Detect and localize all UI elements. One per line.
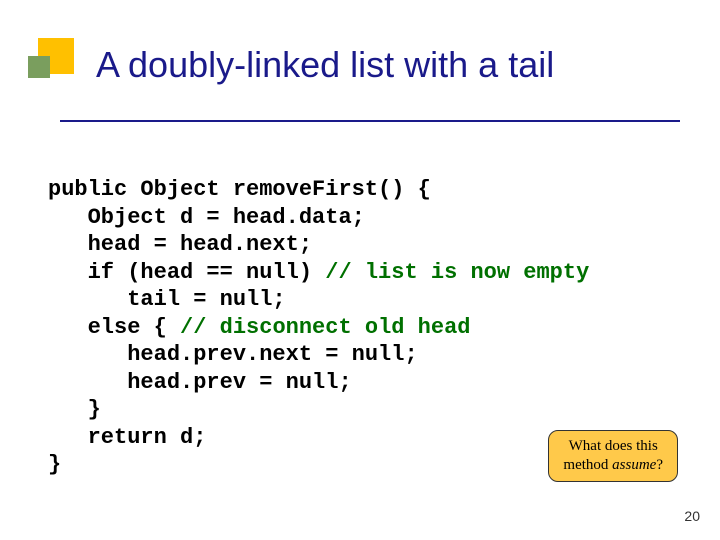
code-block: public Object removeFirst() { Object d =… — [48, 176, 589, 479]
page-number: 20 — [684, 508, 700, 524]
square-small-icon — [28, 56, 50, 78]
callout-line-2: method assume? — [563, 456, 663, 475]
callout-line-2c: ? — [656, 457, 663, 473]
title-underline — [60, 120, 680, 122]
code-line-5: tail = null; — [48, 287, 286, 312]
code-line-8: head.prev = null; — [48, 370, 352, 395]
code-line-1: public Object removeFirst() { — [48, 177, 431, 202]
code-line-11: } — [48, 452, 61, 477]
callout-line-2b: assume — [612, 457, 656, 473]
code-line-3: head = head.next; — [48, 232, 312, 257]
code-line-10: return d; — [48, 425, 206, 450]
code-line-2: Object d = head.data; — [48, 205, 365, 230]
slide-title: A doubly-linked list with a tail — [96, 44, 720, 86]
code-line-4a: if (head == null) — [48, 260, 325, 285]
code-line-6a: else { — [48, 315, 180, 340]
slide: A doubly-linked list with a tail public … — [0, 0, 720, 540]
title-area: A doubly-linked list with a tail — [0, 0, 720, 86]
callout-line-1: What does this — [563, 437, 663, 456]
callout-line-2a: method — [563, 457, 612, 473]
code-comment-1: // list is now empty — [325, 260, 589, 285]
bullet-decoration-icon — [28, 28, 84, 84]
callout-box: What does this method assume? — [548, 430, 678, 482]
code-line-7: head.prev.next = null; — [48, 342, 418, 367]
code-comment-2: // disconnect old head — [180, 315, 470, 340]
code-line-9: } — [48, 397, 101, 422]
